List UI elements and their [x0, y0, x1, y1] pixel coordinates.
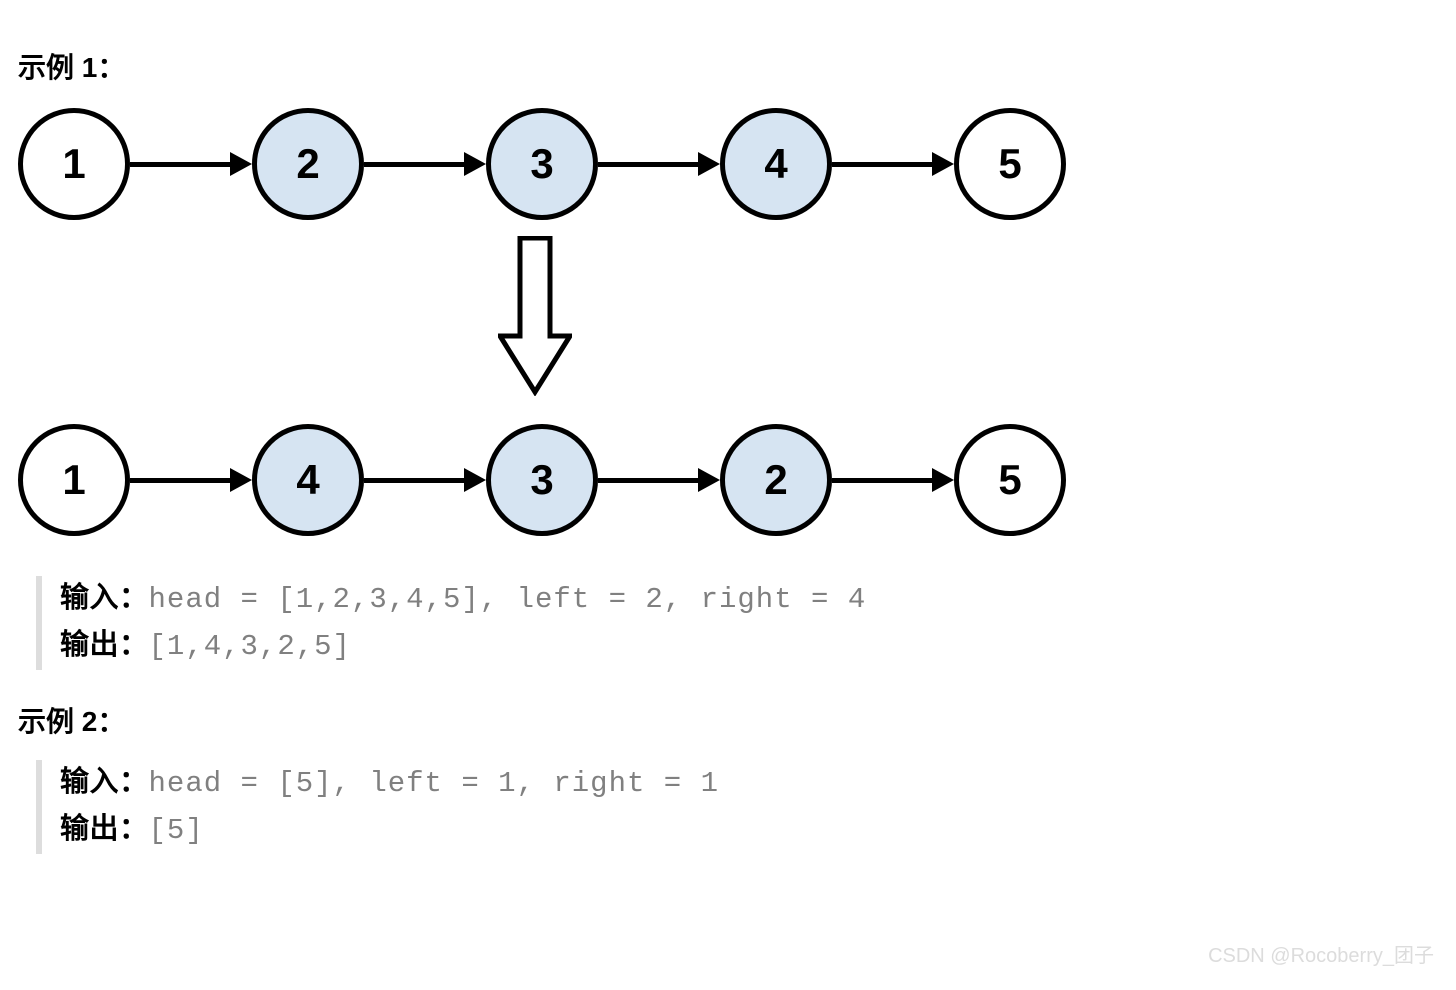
- example-1-title: 示例 1：: [18, 46, 125, 86]
- example-2-title: 示例 2：: [18, 700, 125, 740]
- list-node: 1: [18, 424, 130, 536]
- list-node: 3: [486, 108, 598, 220]
- list-node: 5: [954, 108, 1066, 220]
- arrow-right-icon: [832, 470, 954, 490]
- arrow-right-icon: [130, 154, 252, 174]
- transform-arrow-icon: [498, 236, 572, 396]
- input-value: head = [1,2,3,4,5], left = 2, right = 4: [149, 583, 867, 616]
- output-label: 输出：: [60, 629, 149, 661]
- example-1-io: 输入：head = [1,2,3,4,5], left = 2, right =…: [36, 576, 866, 670]
- list-node: 4: [720, 108, 832, 220]
- arrow-right-icon: [130, 470, 252, 490]
- list-node: 2: [720, 424, 832, 536]
- arrow-right-icon: [364, 470, 486, 490]
- input-label: 输入：: [60, 766, 149, 798]
- list-node: 2: [252, 108, 364, 220]
- list-node: 5: [954, 424, 1066, 536]
- list-node: 4: [252, 424, 364, 536]
- arrow-right-icon: [598, 154, 720, 174]
- output-label: 输出：: [60, 813, 149, 845]
- input-value: head = [5], left = 1, right = 1: [149, 767, 720, 800]
- list-node: 3: [486, 424, 598, 536]
- input-label: 输入：: [60, 582, 149, 614]
- linked-list-before: 1 2 3 4 5: [18, 108, 1066, 220]
- arrow-right-icon: [832, 154, 954, 174]
- linked-list-after: 1 4 3 2 5: [18, 424, 1066, 536]
- example-2-io: 输入：head = [5], left = 1, right = 1 输出：[5…: [36, 760, 719, 854]
- list-node: 1: [18, 108, 130, 220]
- arrow-right-icon: [364, 154, 486, 174]
- arrow-right-icon: [598, 470, 720, 490]
- output-value: [5]: [149, 814, 204, 847]
- watermark: CSDN @Rocoberry_团子: [1208, 939, 1434, 968]
- output-value: [1,4,3,2,5]: [149, 630, 351, 663]
